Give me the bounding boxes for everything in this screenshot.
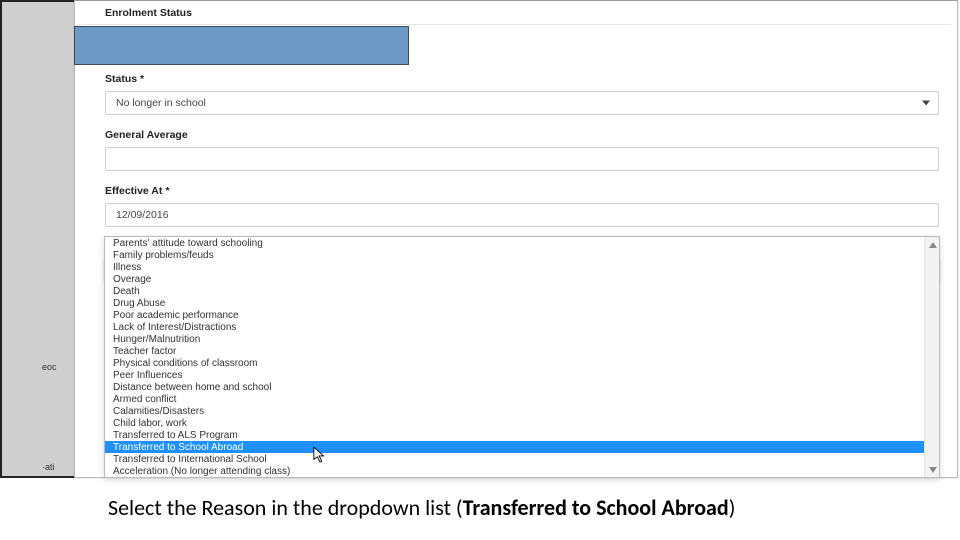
caption-bold: Transferred to School Abroad [463, 494, 729, 521]
status-value: No longer in school [116, 97, 206, 109]
reason-option[interactable]: Illness [105, 261, 939, 273]
reason-option[interactable]: Armed conflict [105, 393, 939, 405]
scroll-up-button[interactable] [925, 237, 940, 252]
background-fragment-2: ·ati [42, 462, 55, 472]
dropdown-scrollbar[interactable] [924, 237, 939, 477]
instruction-caption: Select the Reason in the dropdown list (… [108, 495, 928, 520]
section-title: Enrolment Status [75, 1, 957, 24]
triangle-up-icon [929, 242, 937, 248]
effective-at-label: Effective At * [75, 171, 957, 203]
mouse-cursor-icon [313, 446, 327, 464]
general-average-input[interactable] [105, 147, 939, 171]
reason-option[interactable]: Transferred to International School [105, 453, 939, 465]
annotation-box [74, 26, 409, 65]
chevron-down-icon [922, 101, 930, 106]
reason-option[interactable]: Calamities/Disasters [105, 405, 939, 417]
reason-option[interactable]: Family problems/feuds [105, 249, 939, 261]
reason-option[interactable]: Drug Abuse [105, 297, 939, 309]
reason-option[interactable]: Teacher factor [105, 345, 939, 357]
required-mark: * [140, 73, 144, 85]
reason-option[interactable]: Physical conditions of classroom [105, 357, 939, 369]
reason-option[interactable]: Transferred to ALS Program [105, 429, 939, 441]
status-label-text: Status [105, 73, 137, 85]
reason-option[interactable]: Acceleration (No longer attending class) [105, 465, 939, 477]
general-average-label: General Average [75, 115, 957, 147]
reason-option[interactable]: Overage [105, 273, 939, 285]
effective-at-input[interactable] [105, 203, 939, 227]
reason-option[interactable]: Peer Influences [105, 369, 939, 381]
effective-at-label-text: Effective At [105, 185, 162, 197]
reason-option[interactable]: Distance between home and school [105, 381, 939, 393]
page-background-frame [0, 0, 82, 478]
status-select[interactable]: No longer in school [105, 91, 939, 115]
reason-option[interactable]: Death [105, 285, 939, 297]
reason-option[interactable]: Lack of Interest/Distractions [105, 321, 939, 333]
caption-pre: Select the Reason in the dropdown list ( [108, 494, 463, 521]
required-mark: * [165, 185, 169, 197]
scroll-down-button[interactable] [925, 462, 940, 477]
reason-option[interactable]: Transferred to School Abroad [105, 441, 939, 453]
background-fragment-1: eoc [42, 362, 57, 372]
reason-option[interactable]: Child labor, work [105, 417, 939, 429]
reason-option[interactable]: Parents' attitude toward schooling [105, 237, 939, 249]
triangle-down-icon [929, 467, 937, 473]
reason-option[interactable]: Hunger/Malnutrition [105, 333, 939, 345]
caption-post: ) [729, 494, 736, 521]
reason-option[interactable]: Poor academic performance [105, 309, 939, 321]
reason-dropdown-list[interactable]: Parents' attitude toward schoolingFamily… [104, 236, 940, 478]
